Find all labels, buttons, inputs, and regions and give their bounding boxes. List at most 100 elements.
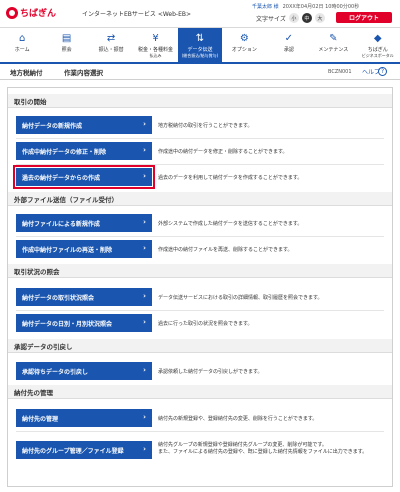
menu-row: 納付先の管理 › 納付先の新規登録や、登録納付先の変更、削除を行うことができます。 xyxy=(8,405,392,431)
maintenance-icon: ✎ xyxy=(329,33,338,44)
user-info: 千葉太郎 様 20XX年04月02日 10時00分00秒 xyxy=(252,3,359,10)
chevron-right-icon: › xyxy=(143,292,146,300)
chevron-right-icon: › xyxy=(143,366,146,374)
portal-icon: ◆ xyxy=(373,33,382,44)
nav-item-5[interactable]: ⚙ オプション xyxy=(222,28,266,62)
chevron-right-icon: › xyxy=(143,413,146,421)
nav-label: ホーム xyxy=(14,47,30,53)
menu-button[interactable]: 作成中納付ファイルの再送・削除 › xyxy=(16,240,152,258)
menu-description: 過去に行った取引の状況を照会できます。 xyxy=(158,321,253,327)
menu-button[interactable]: 作成中納付データの修正・削除 › xyxy=(16,142,152,160)
logo-mark-icon xyxy=(6,6,18,19)
menu-description-line: 納付先グループの新規登録や登録納付先グループの変更、削除が可能です。 xyxy=(158,442,327,448)
menu-description: 納付先グループの新規登録や登録納付先グループの変更、削除が可能です。 また、ファイ… xyxy=(158,442,367,456)
nav-sublabel: (総合振込/給与賞与) xyxy=(181,53,219,58)
menu-button-label: 納付データの取引状況照会 xyxy=(22,294,95,302)
nav-item-7[interactable]: ✎ メンテナンス xyxy=(311,28,355,62)
menu-description-line: また、ファイルによる納付先の登録や、既に登録した納付先情報をファイルに出力できま… xyxy=(158,449,368,455)
section-heading: 承認データの引戻し xyxy=(8,339,392,353)
menu-description: 地方税納付の取引を行うことができます。 xyxy=(158,123,253,129)
menu-button[interactable]: 納付データの新規作成 › xyxy=(16,116,152,134)
menu-button[interactable]: 納付先の管理 › xyxy=(16,409,152,427)
menu-description: 外部システムで作成した納付データを送信することができます。 xyxy=(158,221,303,227)
transfer-icon: ⇄ xyxy=(106,33,116,44)
nav-label: メンテナンス xyxy=(318,47,349,53)
nav-label: 振込・振替 xyxy=(98,47,124,53)
nav-item-1[interactable]: ▤ 照会 xyxy=(44,28,88,62)
data-transfer-icon: ⇅ xyxy=(195,33,205,44)
font-size-small-button[interactable]: 小 xyxy=(288,13,299,23)
nav-item-6[interactable]: ✓ 承認 xyxy=(267,28,311,62)
nav-label: オプション xyxy=(231,47,257,53)
menu-row: 過去の納付データからの作成 › 過去のデータを利用して納付データを作成することができ… xyxy=(8,164,392,190)
menu-description: 過去のデータを利用して納付データを作成することができます。 xyxy=(158,175,303,181)
service-name: インターネットEBサービス <Web-EB> xyxy=(82,11,192,18)
chevron-right-icon: › xyxy=(143,318,146,326)
menu-row: 納付ファイルによる新規作成 › 外部システムで作成した納付データを送信することができ… xyxy=(8,210,392,236)
menu-button-label: 作成中納付ファイルの再送・削除 xyxy=(22,246,113,254)
font-size-selector: 文字サイズ 小 中 大 xyxy=(256,13,325,23)
tax-payment-icon: ¥ xyxy=(152,33,159,44)
section-heading: 外部ファイル送信（ファイル受付） xyxy=(8,192,392,206)
menu-button[interactable]: 納付先のグループ管理／ファイル登録 › xyxy=(16,441,152,459)
menu-panel: 取引の開始納付データの新規作成 › 地方税納付の取引を行うことができます。作成中納付… xyxy=(7,87,393,487)
menu-button[interactable]: 納付ファイルによる新規作成 › xyxy=(16,214,152,232)
menu-button-label: 納付ファイルによる新規作成 xyxy=(22,220,100,228)
menu-row: 作成中納付ファイルの再送・削除 › 作成途中の納付ファイルを再送、削除することができ… xyxy=(8,236,392,262)
user-name: 千葉太郎 様 xyxy=(252,4,279,10)
bank-logo[interactable]: ちばぎん xyxy=(6,6,56,19)
menu-button-label: 承認待ちデータの引戻し xyxy=(22,368,89,376)
menu-button-label: 作成中納付データの修正・削除 xyxy=(22,148,107,156)
page-title: 作業内容選択 xyxy=(64,68,103,77)
menu-button[interactable]: 納付データの日別・月別状況照会 › xyxy=(16,314,152,332)
chevron-right-icon: › xyxy=(143,218,146,226)
approval-icon: ✓ xyxy=(284,33,294,44)
option-icon: ⚙ xyxy=(239,33,249,44)
chevron-right-icon: › xyxy=(143,445,146,453)
logo-text: ちばぎん xyxy=(20,9,57,19)
menu-button-label: 納付先のグループ管理／ファイル登録 xyxy=(22,447,124,455)
chevron-right-icon: › xyxy=(143,146,146,154)
nav-sublabel: ビジネスポータル xyxy=(361,53,394,58)
menu-button[interactable]: 過去の納付データからの作成 › xyxy=(13,165,155,189)
global-nav: ⌂ ホーム ▤ 照会 ⇄ 振込・振替 ¥ 税金・各種料金 払込み ⇅ データ伝送 (総合振込/給与賞与… xyxy=(0,28,400,64)
chevron-right-icon: › xyxy=(143,172,146,180)
menu-row: 作成中納付データの修正・削除 › 作成途中の納付データを修正・削除することができます… xyxy=(8,138,392,164)
nav-label: 承認 xyxy=(283,47,294,53)
menu-button[interactable]: 承認待ちデータの引戻し › xyxy=(16,362,152,380)
menu-button-label: 納付データの日別・月別状況照会 xyxy=(22,320,113,328)
menu-description: データ伝送サービスにおける取引の詳細情報、取引履歴を照会できます。 xyxy=(158,295,323,301)
section-heading: 取引状況の照会 xyxy=(8,264,392,278)
font-size-medium-button[interactable]: 中 xyxy=(301,13,312,23)
menu-description: 承認依頼した納付データの引戻しができます。 xyxy=(158,369,263,375)
menu-row: 納付先のグループ管理／ファイル登録 › 納付先グループの新規登録や登録納付先グループ… xyxy=(8,437,392,463)
nav-item-0[interactable]: ⌂ ホーム xyxy=(0,28,44,62)
menu-button-label: 過去の納付データからの作成 xyxy=(22,174,101,182)
nav-item-8[interactable]: ◆ ちばぎん ビジネスポータル xyxy=(356,28,400,62)
menu-button[interactable]: 納付データの取引状況照会 › xyxy=(16,288,152,306)
nav-item-3[interactable]: ¥ 税金・各種料金 払込み xyxy=(133,28,177,62)
screen-code: BCZN001 xyxy=(328,68,352,75)
font-size-large-button[interactable]: 大 xyxy=(314,13,325,23)
nav-label: 照会 xyxy=(61,47,72,53)
header: ちばぎん インターネットEBサービス <Web-EB> 千葉太郎 様 20XX年… xyxy=(0,0,400,28)
menu-description: 作成途中の納付ファイルを再送、削除することができます。 xyxy=(158,247,293,253)
section-heading: 取引の開始 xyxy=(8,94,392,108)
page-category: 地方税納付 xyxy=(10,68,43,77)
last-login: 20XX年04月02日 10時00分00秒 xyxy=(282,4,360,10)
home-icon: ⌂ xyxy=(19,33,26,44)
nav-item-4[interactable]: ⇅ データ伝送 (総合振込/給与賞与) xyxy=(177,28,223,62)
nav-item-2[interactable]: ⇄ 振込・振替 xyxy=(89,28,133,62)
title-bar: 地方税納付 作業内容選択 BCZN001 ヘルプ ? xyxy=(0,64,400,80)
menu-row: 納付データの取引状況照会 › データ伝送サービスにおける取引の詳細情報、取引履歴を照… xyxy=(8,284,392,310)
menu-row: 納付データの新規作成 › 地方税納付の取引を行うことができます。 xyxy=(8,112,392,138)
menu-row: 承認待ちデータの引戻し › 承認依頼した納付データの引戻しができます。 xyxy=(8,358,392,384)
menu-button-label: 納付先の管理 xyxy=(22,415,59,423)
inquiry-icon: ▤ xyxy=(61,33,72,44)
help-icon[interactable]: ? xyxy=(378,67,387,76)
logout-button[interactable]: ログアウト xyxy=(336,12,392,23)
section-heading: 納付先の管理 xyxy=(8,385,392,399)
menu-row: 納付データの日別・月別状況照会 › 過去に行った取引の状況を照会できます。 xyxy=(8,310,392,336)
menu-description: 作成途中の納付データを修正・削除することができます。 xyxy=(158,149,288,155)
nav-sublabel: 払込み xyxy=(149,53,162,58)
